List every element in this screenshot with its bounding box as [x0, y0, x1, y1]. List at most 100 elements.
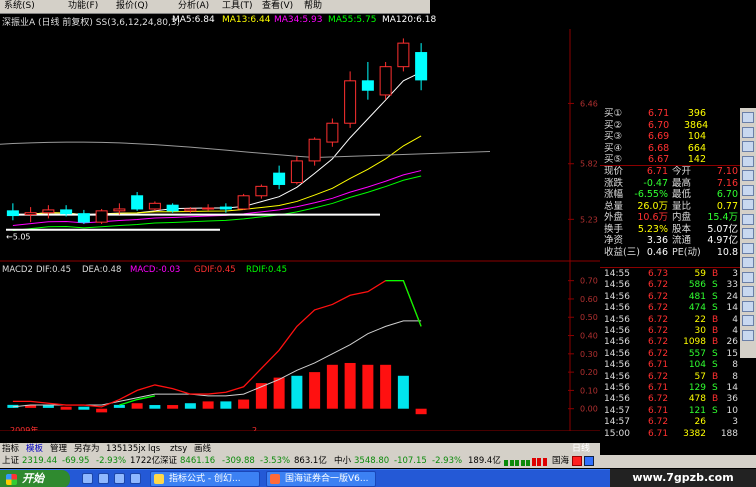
quote-panel: 买① 6.71 396 买② 6.70 3864 买③ 6.69 104 买④ 6.68 664 买⑤ 6… [600, 108, 740, 440]
macd-bar [113, 404, 125, 408]
tick-separator [600, 267, 740, 268]
task-trading-label: 国海证券合一版V6... [285, 474, 369, 484]
plus-icon[interactable] [742, 271, 754, 283]
settings-icon[interactable] [742, 315, 754, 326]
tick-count: 26 [726, 337, 738, 348]
ma5-label: MA5:6.84 [172, 15, 215, 25]
tick-count: 8 [732, 371, 738, 382]
candle-body [42, 209, 55, 214]
menu-analysis[interactable]: 分析(A) [178, 1, 209, 12]
stat-label: 现价 [604, 166, 624, 177]
stat-label-2: 最低 [672, 189, 692, 200]
indicator-tab[interactable]: 另存为 [74, 443, 100, 455]
menu-help[interactable]: 帮助 [304, 1, 322, 12]
tick-price: 6.72 [648, 291, 669, 302]
tick-time: 14:56 [604, 280, 630, 291]
close-icon[interactable] [742, 329, 754, 341]
candle-body [166, 204, 179, 212]
dea-line [12, 320, 422, 408]
zoom-icon[interactable] [742, 286, 754, 297]
macd-axis-label: 0.00 [580, 405, 598, 414]
tick-time: 14:57 [604, 405, 630, 416]
quicklaunch-media-icon[interactable] [114, 473, 125, 484]
indicator-tab[interactable]: 管理 [50, 443, 67, 455]
quicklaunch-desktop-icon[interactable] [98, 473, 109, 484]
stat-label: 换手 [604, 223, 624, 235]
menu-quote[interactable]: 报价(Q) [116, 1, 148, 12]
tick-count: 10 [726, 405, 738, 416]
tick-time: 14:56 [604, 303, 630, 314]
indicator-tab[interactable]: lqs [148, 443, 160, 455]
daily-tab[interactable]: 日线 [572, 443, 590, 455]
bid-price: 6.69 [648, 131, 670, 142]
menu-bar: 系统(S) 功能(F) 报价(Q) 分析(A) 工具(T) 查看(V) 帮助 [0, 0, 430, 14]
task-trading-app[interactable]: 国海证券合一版V6... [266, 471, 376, 487]
macd-bar [397, 375, 409, 409]
candle-body [113, 208, 126, 212]
candle-body [344, 80, 357, 124]
sz-change: -309.88 [222, 456, 255, 466]
tick-row: 14:56 6.72 30 B 4 [600, 326, 740, 338]
arrow-up-icon[interactable] [742, 228, 754, 239]
tick-count: 4 [732, 314, 738, 325]
tick-direction: S [712, 348, 718, 359]
menu-function[interactable]: 功能(F) [68, 1, 98, 12]
indicator-tab[interactable]: 画线 [194, 443, 211, 455]
ma120-line [0, 141, 491, 158]
indicator-tab[interactable]: 模板 [26, 443, 43, 455]
tick-count: 3 [732, 417, 738, 428]
stat-value-2: 10.8 [716, 246, 738, 258]
candle-body [95, 210, 108, 223]
sh-label: 上证 [2, 456, 20, 466]
stat-row: 净资 3.36 流通 4.97亿 [600, 235, 740, 246]
arrow-left-icon[interactable] [742, 213, 754, 225]
tick-time: 14:56 [604, 326, 630, 336]
chart-icon[interactable] [742, 155, 754, 167]
breadth-cell [504, 460, 508, 466]
macd-bar [149, 405, 161, 409]
start-button[interactable]: 开始 [0, 470, 70, 487]
indicator-tab[interactable]: 135jx [122, 443, 146, 455]
news-icon[interactable] [742, 126, 754, 138]
macd-bar [291, 375, 303, 409]
right-tab-area: 日线 [572, 443, 740, 455]
menu-view[interactable]: 查看(V) [262, 1, 293, 12]
kline-icon[interactable] [742, 184, 754, 196]
tick-row: 14:55 6.73 59 B 3 [600, 269, 740, 281]
candle-body [148, 202, 161, 210]
report-icon[interactable] [742, 141, 754, 152]
indicator-tab[interactable]: 指标 [2, 443, 19, 455]
tick-time: 14:56 [604, 360, 630, 371]
task-formula-editor[interactable]: 指标公式 - 创幻... [150, 471, 260, 487]
quicklaunch-ie-icon[interactable] [82, 473, 93, 484]
macd-axis-label: 0.20 [580, 368, 598, 377]
sh-value: 2319.44 [22, 456, 58, 466]
menu-system[interactable]: 系统(S) [4, 1, 35, 12]
alert-icon[interactable] [572, 456, 582, 466]
chart-svg[interactable]: 6.46 5.82 5.23 ←5.05 MACD2 DIF:0.45 DEA:0.48 MA… [0, 29, 600, 431]
bid-price: 6.67 [648, 154, 670, 165]
info-icon[interactable] [742, 170, 754, 181]
quicklaunch-folder-icon[interactable] [130, 473, 141, 484]
table-icon[interactable] [742, 199, 754, 210]
tick-time: 14:57 [604, 417, 630, 428]
top-strip [430, 0, 756, 14]
windows-taskbar: 开始 指标公式 - 创幻... 国海证券合一版V6... [0, 469, 610, 487]
stat-value-2: 7.10 [716, 166, 738, 177]
arrow-right-icon[interactable] [742, 257, 754, 268]
bid-row: 买① 6.71 396 [600, 108, 740, 119]
tick-count: 15 [726, 348, 738, 359]
grid-icon[interactable] [742, 300, 754, 312]
indicator-tab[interactable]: ztsy [170, 443, 187, 455]
stat-row: 现价 6.71 今开 7.10 [600, 166, 740, 177]
indicator-tab[interactable]: 135 [106, 443, 122, 455]
side-toolbar [740, 108, 756, 358]
arrow-down-icon[interactable] [742, 242, 754, 254]
macd-title-item: MACD2 [2, 265, 33, 275]
menu-tools[interactable]: 工具(T) [222, 1, 253, 12]
formula-window-icon [154, 474, 164, 484]
stat-row: 外盘 10.6万 内盘 15.4万 [600, 212, 740, 223]
chat-icon[interactable] [742, 112, 754, 123]
bid-price: 6.68 [648, 142, 670, 154]
monitor-icon[interactable] [584, 456, 594, 466]
